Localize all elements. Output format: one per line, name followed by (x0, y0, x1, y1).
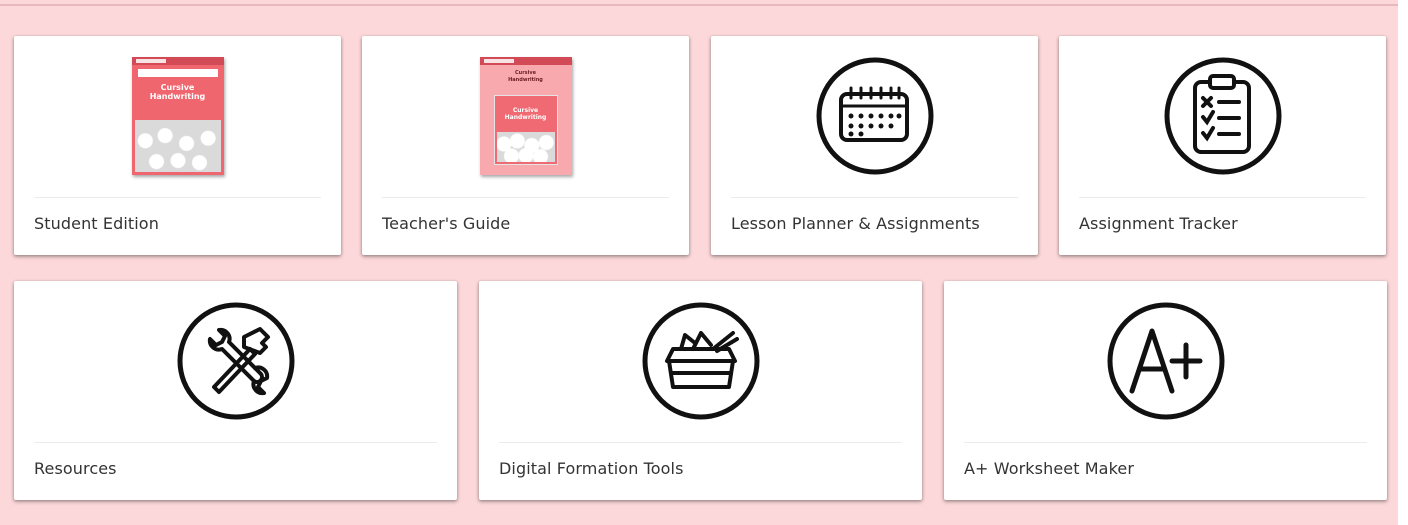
top-border-line (0, 4, 1398, 6)
card-lesson-planner[interactable]: Lesson Planner & Assignments (711, 36, 1038, 255)
card-label: A+ Worksheet Maker (964, 459, 1135, 478)
card-divider (34, 442, 437, 443)
card-teachers-guide[interactable]: Cursive Handwriting Cursive Handwriting … (362, 36, 689, 255)
card-media: Cursive Handwriting Cursive Handwriting (362, 36, 689, 196)
card-label: Teacher's Guide (382, 214, 511, 233)
card-divider (499, 442, 902, 443)
card-media (479, 281, 922, 441)
cover-title-line-1: Cursive (160, 83, 195, 92)
guide-cover-heading-1: Cursive (514, 70, 537, 76)
card-digital-formation-tools[interactable]: Digital Formation Tools (479, 281, 922, 500)
calendar-icon (816, 57, 933, 175)
card-label: Lesson Planner & Assignments (731, 214, 980, 233)
supply-box-icon (642, 302, 759, 420)
wrench-hammer-icon (177, 302, 294, 420)
guide-cover-heading-2: Handwriting (508, 77, 543, 83)
card-divider (34, 197, 321, 198)
card-resources[interactable]: Resources (14, 281, 457, 500)
card-media (711, 36, 1038, 196)
card-assignment-tracker[interactable]: Assignment Tracker (1059, 36, 1386, 255)
right-edge-strip (1398, 0, 1408, 525)
card-a-plus-worksheet-maker[interactable]: A+ Worksheet Maker (944, 281, 1387, 500)
card-divider (731, 197, 1018, 198)
card-media (14, 281, 457, 441)
card-label: Digital Formation Tools (499, 459, 684, 478)
a-plus-icon (1107, 302, 1224, 420)
card-media (944, 281, 1387, 441)
student-edition-book-cover: Cursive Handwriting (131, 57, 224, 175)
clipboard-checklist-icon (1164, 57, 1281, 175)
teachers-guide-book-cover: Cursive Handwriting Cursive Handwriting (479, 57, 572, 175)
card-label: Resources (34, 459, 117, 478)
card-media (1059, 36, 1386, 196)
card-divider (1079, 197, 1366, 198)
card-divider (964, 442, 1367, 443)
cover-title-line-2: Handwriting (149, 92, 206, 101)
card-media: Cursive Handwriting (14, 36, 341, 196)
card-label: Student Edition (34, 214, 159, 233)
card-label: Assignment Tracker (1079, 214, 1238, 233)
inner-cover-title-2: Handwriting (504, 114, 547, 121)
card-divider (382, 197, 669, 198)
card-student-edition[interactable]: Cursive Handwriting Student Edition (14, 36, 341, 255)
